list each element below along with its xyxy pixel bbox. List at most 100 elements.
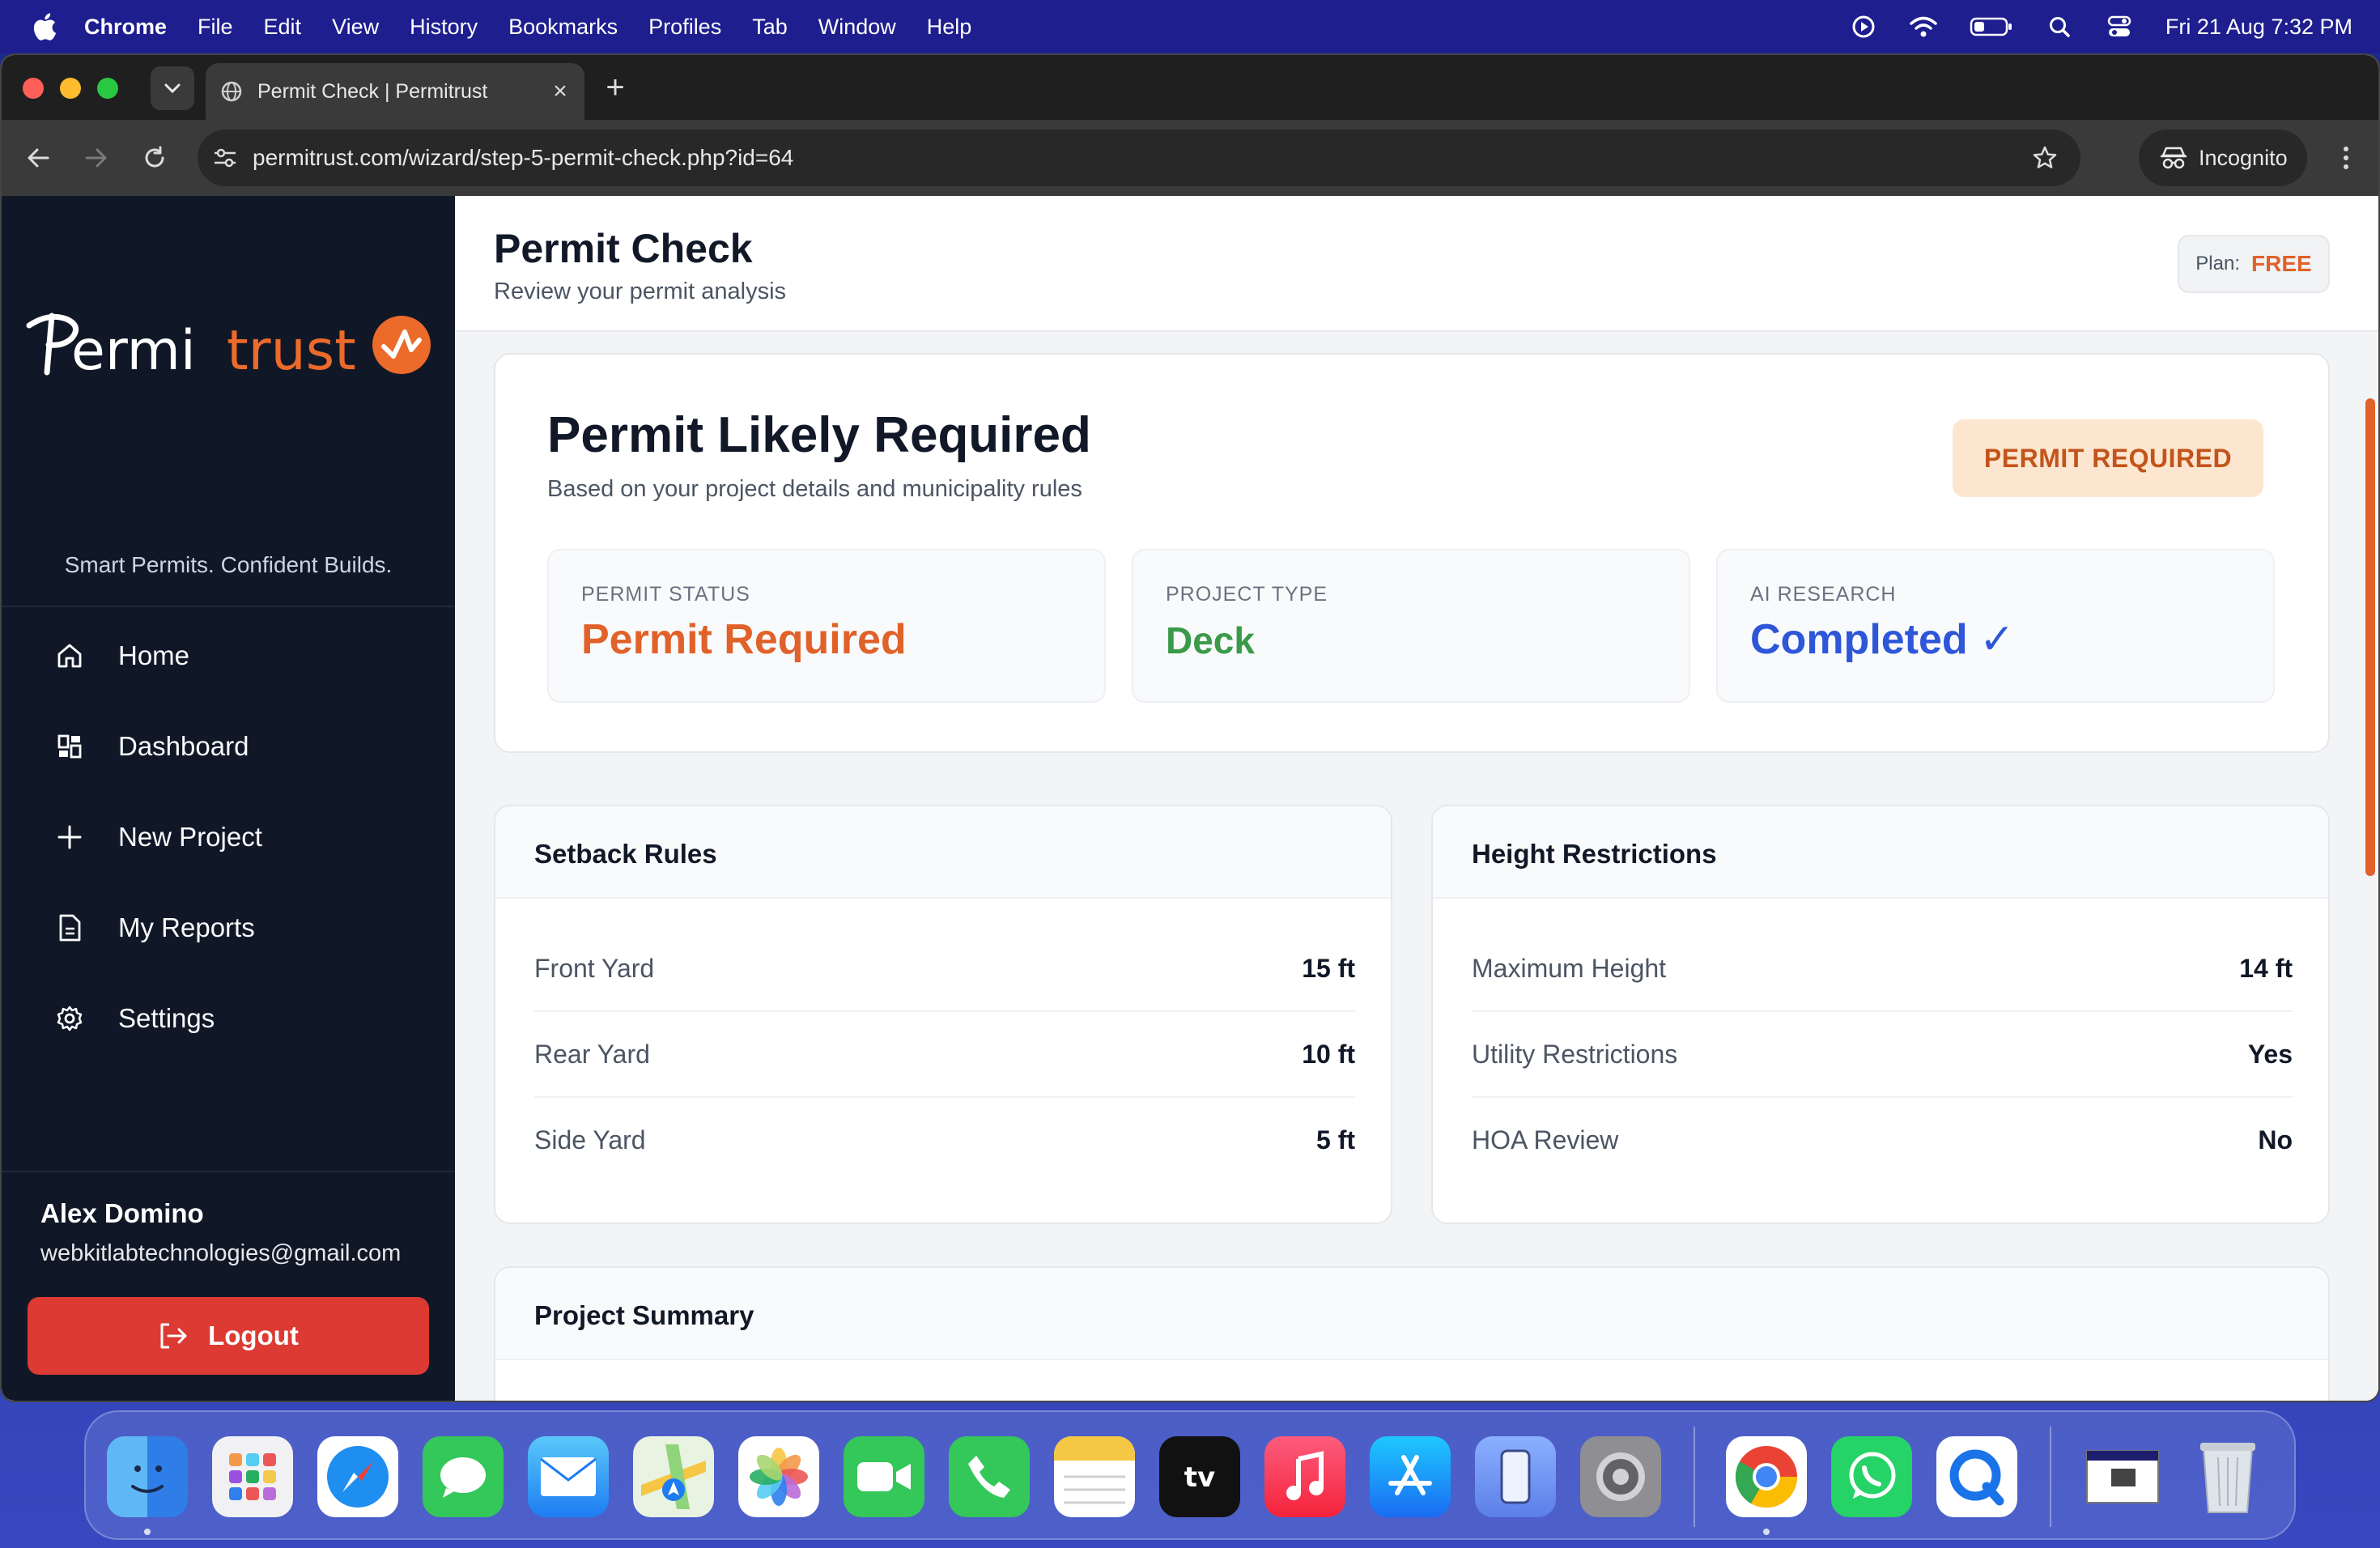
phone-icon[interactable] (949, 1436, 1030, 1517)
stat-project-type: PROJECT TYPE Deck (1132, 549, 1690, 703)
tab-strip: Permit Check | Permitrust × + (2, 55, 2378, 120)
sidebar-divider (2, 1171, 455, 1172)
svg-text:ermi: ermi (71, 319, 196, 383)
close-window-button[interactable] (23, 78, 44, 99)
kebab-menu-icon[interactable] (2330, 141, 2362, 175)
active-tab[interactable]: Permit Check | Permitrust × (206, 63, 584, 120)
app-store-icon[interactable] (1370, 1436, 1451, 1517)
launchpad-icon[interactable] (212, 1436, 293, 1517)
spotlight-search-icon[interactable] (2046, 15, 2073, 39)
tab-title: Permit Check | Permitrust (257, 79, 488, 103)
incognito-indicator[interactable]: Incognito (2139, 130, 2307, 186)
sidebar-item-dashboard[interactable]: Dashboard (2, 701, 455, 792)
trash-icon[interactable] (2187, 1436, 2268, 1517)
logout-icon (160, 1323, 187, 1349)
card-header: Setback Rules (495, 806, 1391, 899)
finder-icon[interactable] (107, 1436, 188, 1517)
rule-row: Front Yard 15 ft (534, 926, 1355, 1012)
stat-permit-status: PERMIT STATUS Permit Required (547, 549, 1106, 703)
sidebar-item-my-reports[interactable]: My Reports (2, 882, 455, 973)
stat-value: Completed ✓ (1750, 616, 2015, 663)
downloads-stack-icon[interactable] (2082, 1436, 2163, 1517)
incognito-icon (2161, 147, 2187, 169)
sidebar-item-home[interactable]: Home (2, 610, 455, 701)
sidebar-item-settings[interactable]: Settings (2, 973, 455, 1064)
stat-label: AI RESEARCH (1750, 583, 1897, 606)
card-header: Height Restrictions (1433, 806, 2328, 899)
photos-icon[interactable] (738, 1436, 819, 1517)
card-title: Project Summary (534, 1300, 754, 1330)
battery-icon[interactable] (1970, 15, 2013, 39)
music-icon[interactable] (1264, 1436, 1345, 1517)
back-arrow-icon[interactable] (21, 141, 55, 175)
close-tab-icon[interactable]: × (544, 75, 576, 108)
browser-window: Permit Check | Permitrust × + permitrust… (0, 53, 2380, 1402)
chevron-down-icon (164, 83, 181, 94)
menu-help[interactable]: Help (927, 15, 972, 40)
minimize-window-button[interactable] (60, 78, 81, 99)
apple-menu-icon[interactable] (32, 13, 57, 40)
sidebar-item-new-project[interactable]: New Project (2, 792, 455, 882)
chrome-icon[interactable] (1726, 1436, 1807, 1517)
sidebar-item-label: My Reports (118, 912, 255, 942)
bookmark-star-icon[interactable] (2029, 142, 2061, 174)
project-summary-card: Project Summary (494, 1266, 2330, 1401)
iphone-mirroring-icon[interactable] (1475, 1436, 1556, 1517)
permit-result-card: Permit Likely Required Based on your pro… (494, 353, 2330, 753)
svg-text:trust: trust (227, 319, 356, 383)
reload-icon[interactable] (138, 141, 172, 175)
rule-label: Utility Restrictions (1472, 1040, 1678, 1069)
svg-text:tv: tv (1184, 1461, 1215, 1493)
rule-row: HOA Review No (1472, 1098, 2293, 1184)
plan-label: Plan: (2195, 253, 2240, 274)
messages-icon[interactable] (423, 1436, 504, 1517)
menu-edit[interactable]: Edit (264, 15, 302, 40)
menu-app-name[interactable]: Chrome (84, 15, 167, 40)
sidebar: ermi trust Smart Permits. Confident Buil… (2, 196, 455, 1401)
sidebar-item-label: Settings (118, 1003, 215, 1033)
rule-row: Rear Yard 10 ft (534, 1012, 1355, 1098)
apple-tv-icon[interactable]: tv (1159, 1436, 1240, 1517)
permit-required-badge: PERMIT REQUIRED (1953, 419, 2263, 497)
plus-icon (53, 821, 86, 853)
rule-label: Side Yard (534, 1125, 646, 1155)
site-settings-icon[interactable] (209, 142, 241, 174)
quicktime-icon[interactable] (1936, 1436, 2017, 1517)
permitrust-logo[interactable]: ermi trust (24, 304, 434, 385)
stat-label: PROJECT TYPE (1166, 583, 1328, 606)
menu-history[interactable]: History (410, 15, 478, 40)
facetime-icon[interactable] (844, 1436, 924, 1517)
screen-record-icon[interactable] (1850, 15, 1877, 39)
menu-file[interactable]: File (198, 15, 233, 40)
menu-bar-clock[interactable]: Fri 21 Aug 7:32 PM (2165, 15, 2352, 40)
running-indicator (1763, 1529, 1770, 1535)
page-viewport: ermi trust Smart Permits. Confident Buil… (2, 196, 2378, 1401)
stat-value: Permit Required (581, 616, 907, 663)
logout-button[interactable]: Logout (28, 1297, 429, 1375)
system-settings-icon[interactable] (1580, 1436, 1661, 1517)
notes-icon[interactable] (1054, 1436, 1135, 1517)
menu-profiles[interactable]: Profiles (648, 15, 721, 40)
tab-search-button[interactable] (151, 66, 194, 110)
rule-row: Maximum Height 14 ft (1472, 926, 2293, 1012)
page-header: Permit Check Review your permit analysis… (455, 196, 2378, 332)
fullscreen-window-button[interactable] (97, 78, 118, 99)
menu-window[interactable]: Window (818, 15, 896, 40)
menu-tab[interactable]: Tab (752, 15, 788, 40)
page-title: Permit Check (494, 226, 753, 271)
new-tab-button[interactable]: + (599, 70, 631, 105)
page-scrollbar[interactable] (2365, 398, 2375, 876)
incognito-label: Incognito (2199, 145, 2288, 170)
menu-bookmarks[interactable]: Bookmarks (508, 15, 618, 40)
menu-view[interactable]: View (332, 15, 379, 40)
stat-label: PERMIT STATUS (581, 583, 750, 606)
url-text[interactable]: permitrust.com/wizard/step-5-permit-chec… (253, 145, 2029, 171)
whatsapp-icon[interactable] (1831, 1436, 1912, 1517)
forward-arrow-icon[interactable] (79, 141, 113, 175)
wifi-icon[interactable] (1910, 15, 1937, 39)
control-center-icon[interactable] (2106, 15, 2133, 39)
mail-icon[interactable] (528, 1436, 609, 1517)
address-bar[interactable]: permitrust.com/wizard/step-5-permit-chec… (198, 130, 2080, 186)
safari-icon[interactable] (317, 1436, 398, 1517)
maps-icon[interactable] (633, 1436, 714, 1517)
